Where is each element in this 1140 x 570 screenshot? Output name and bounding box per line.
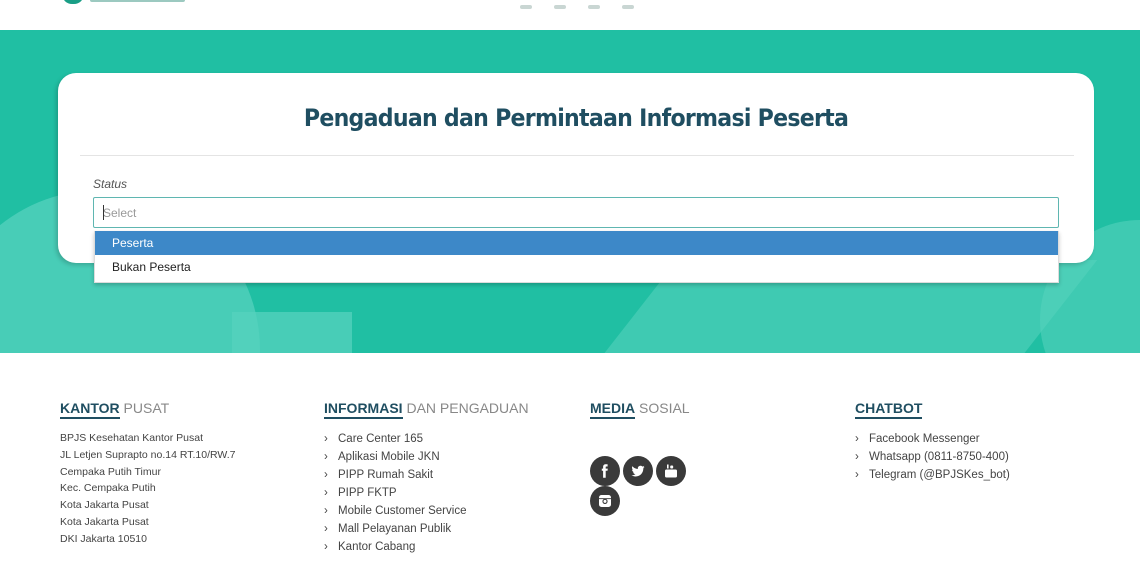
divider — [80, 155, 1074, 156]
link-pipp-rumah-sakit[interactable]: PIPP Rumah Sakit — [324, 466, 529, 484]
address-line: Kec. Cempaka Putih — [60, 482, 156, 495]
media-heading: MEDIA SOSIAL — [590, 400, 690, 419]
address-line: BPJS Kesehatan Kantor Pusat — [60, 432, 204, 444]
text-cursor — [103, 205, 104, 220]
heading-rest: DAN PENGADUAN — [406, 400, 529, 416]
link-facebook-messenger[interactable]: Facebook Messenger — [855, 430, 1010, 448]
status-placeholder: Select — [103, 206, 137, 220]
link-mobile-jkn[interactable]: Aplikasi Mobile JKN — [324, 448, 529, 466]
logo-tagline — [90, 0, 185, 2]
address-block: BPJS Kesehatan Kantor Pusat JL Letjen Su… — [60, 430, 236, 548]
twitter-icon[interactable] — [623, 456, 653, 486]
heading-bold: INFORMASI — [324, 400, 403, 419]
option-peserta[interactable]: Peserta — [95, 231, 1058, 255]
instagram-icon[interactable] — [590, 486, 620, 516]
footer-kantor: KANTOR PUSAT BPJS Kesehatan Kantor Pusat… — [60, 400, 236, 548]
footer-media: MEDIA SOSIAL — [590, 400, 690, 516]
nav-item[interactable] — [622, 5, 634, 9]
footer: KANTOR PUSAT BPJS Kesehatan Kantor Pusat… — [0, 353, 1140, 570]
link-telegram[interactable]: Telegram (@BPJSKes_bot) — [855, 466, 1010, 484]
footer-informasi: INFORMASI DAN PENGADUAN Care Center 165 … — [324, 400, 529, 556]
address-line: Kota Jakarta Pusat — [60, 499, 149, 512]
facebook-icon[interactable] — [590, 456, 620, 486]
chatbot-heading: CHATBOT — [855, 400, 1010, 419]
heading-bold: MEDIA — [590, 400, 636, 419]
footer-chatbot: CHATBOT Facebook Messenger Whatsapp (081… — [855, 400, 1010, 484]
nav-item[interactable] — [588, 5, 600, 9]
address-line: JL Letjen Suprapto no.14 RT.10/RW.7 — [60, 448, 236, 461]
heading-bold: CHATBOT — [855, 400, 923, 419]
heading-rest: SOSIAL — [639, 400, 690, 416]
top-header — [0, 0, 1140, 30]
social-icons — [590, 456, 690, 516]
link-pipp-fktp[interactable]: PIPP FKTP — [324, 484, 529, 502]
youtube-icon[interactable] — [656, 456, 686, 486]
background-decoration — [232, 312, 352, 353]
link-mobile-customer-service[interactable]: Mobile Customer Service — [324, 502, 529, 520]
chatbot-links: Facebook Messenger Whatsapp (0811-8750-4… — [855, 430, 1010, 484]
address-line: Cempaka Putih Timur — [60, 465, 161, 478]
nav-item[interactable] — [554, 5, 566, 9]
link-kantor-cabang[interactable]: Kantor Cabang — [324, 538, 529, 556]
link-mall-pelayanan[interactable]: Mall Pelayanan Publik — [324, 520, 529, 538]
status-label: Status — [93, 177, 128, 191]
address-line: Kota Jakarta Pusat — [60, 515, 149, 528]
top-nav — [520, 0, 690, 9]
link-whatsapp[interactable]: Whatsapp (0811-8750-400) — [855, 448, 1010, 466]
heading-rest: PUSAT — [123, 400, 170, 416]
option-bukan-peserta[interactable]: Bukan Peserta — [95, 255, 1058, 279]
page-title: Pengaduan dan Permintaan Informasi Peser… — [303, 104, 849, 132]
link-care-center[interactable]: Care Center 165 — [324, 430, 529, 448]
status-dropdown-list: Peserta Bukan Peserta — [94, 231, 1059, 283]
bpjs-logo-icon[interactable] — [62, 0, 84, 4]
heading-bold: KANTOR — [60, 400, 120, 419]
status-select[interactable]: Select — [93, 197, 1059, 228]
informasi-heading: INFORMASI DAN PENGADUAN — [324, 400, 529, 419]
nav-item[interactable] — [520, 5, 532, 9]
informasi-links: Care Center 165 Aplikasi Mobile JKN PIPP… — [324, 430, 529, 556]
kantor-heading: KANTOR PUSAT — [60, 400, 236, 419]
address-line: DKI Jakarta 10510 — [60, 532, 147, 545]
